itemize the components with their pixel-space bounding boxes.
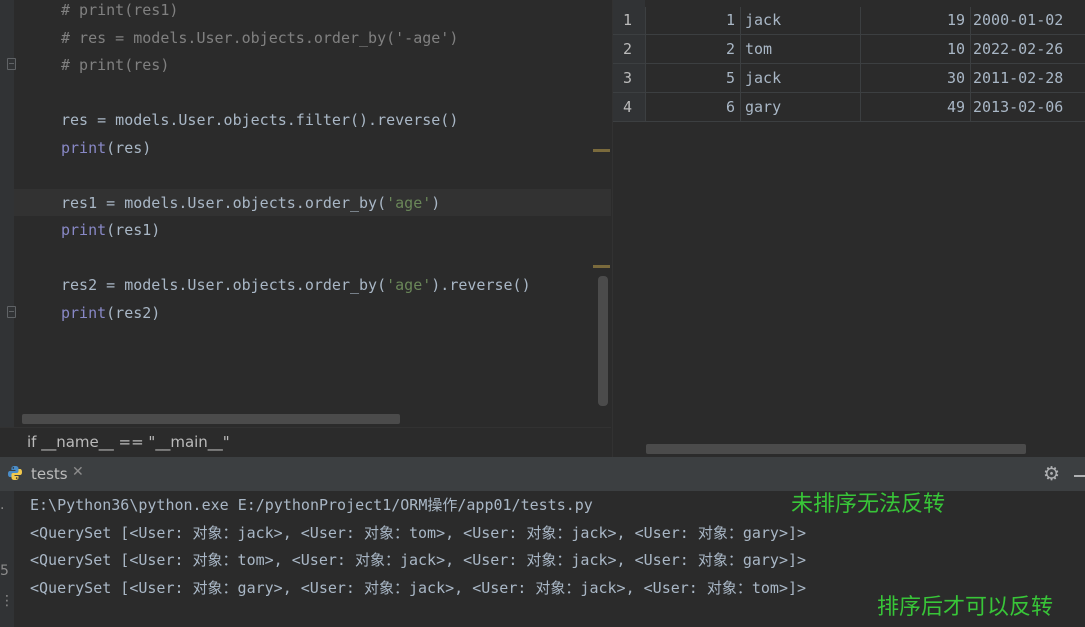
code-token: print: [61, 139, 107, 157]
code-line[interactable]: print(res): [61, 135, 151, 162]
fold-marker-icon[interactable]: [7, 58, 16, 70]
cell-id[interactable]: 5: [645, 64, 735, 92]
cell-name[interactable]: jack: [745, 6, 855, 34]
table-row[interactable]: 2 2 tom 10 2022-02-26: [613, 35, 1085, 64]
code-line[interactable]: print(res1): [61, 217, 160, 244]
cell-id[interactable]: 6: [645, 93, 735, 121]
query-result-grid[interactable]: 1 1 jack 19 2000-01-02 2 2 tom 10 2022-0…: [612, 0, 1085, 457]
code-token: res = models.User.objects.filter().rever…: [61, 111, 459, 129]
table-row[interactable]: 3 5 jack 30 2011-02-28: [613, 64, 1085, 93]
code-token: 'age': [386, 276, 432, 294]
code-line[interactable]: res1 = models.User.objects.order_by('age…: [61, 190, 440, 217]
cell-id[interactable]: 1: [645, 6, 735, 34]
column-divider[interactable]: [860, 7, 861, 121]
code-line[interactable]: # print(res1): [61, 0, 178, 24]
code-token: ): [431, 194, 441, 212]
console-output[interactable]: · 5 ⋮ E:\Python36\python.exe E:/pythonPr…: [0, 491, 1085, 627]
console-gutter: · 5 ⋮: [0, 491, 14, 627]
cell-name[interactable]: tom: [745, 35, 855, 63]
code-token: res2 = models.User.objects.order_by(: [61, 276, 387, 294]
code-token: ).reverse(): [431, 276, 531, 294]
code-line[interactable]: # print(res): [61, 52, 169, 79]
code-token: (res): [106, 139, 152, 157]
gutter-marker: 5: [0, 563, 9, 579]
gutter-marker: ·: [0, 501, 5, 517]
code-line[interactable]: res = models.User.objects.filter().rever…: [61, 107, 458, 134]
table-row[interactable]: 4 6 gary 49 2013-02-06: [613, 93, 1085, 122]
cell-date[interactable]: 2013-02-06: [973, 93, 1085, 121]
editor-horizontal-scrollbar[interactable]: [22, 414, 400, 424]
gutter-marker: ⋮: [0, 593, 14, 609]
code-line[interactable]: print(res2): [61, 300, 160, 327]
cell-age[interactable]: 49: [863, 93, 965, 121]
annotation-sorted: 排序后才可以反转: [877, 595, 1054, 620]
cell-date[interactable]: 2022-02-26: [973, 35, 1085, 63]
breadcrumb[interactable]: if __name__ == "__main__": [27, 433, 230, 451]
code-token: # print(res): [61, 56, 170, 74]
run-tab-label[interactable]: tests: [31, 465, 68, 483]
cell-date[interactable]: 2000-01-02: [973, 6, 1085, 34]
row-number: 1: [623, 11, 633, 29]
code-token: (res2): [106, 304, 161, 322]
code-editor[interactable]: # print(res1) # res = models.User.object…: [0, 0, 611, 427]
code-token: # print(res1): [61, 1, 179, 19]
grid-horizontal-scrollbar[interactable]: [646, 444, 1026, 454]
code-line[interactable]: # res = models.User.objects.order_by('-a…: [61, 25, 458, 52]
cell-name[interactable]: gary: [745, 93, 855, 121]
warning-marker[interactable]: [593, 149, 610, 152]
editor-gutter: [0, 0, 16, 427]
console-output-line: <QuerySet [<User: 对象：jack>, <User: 对象：to…: [30, 524, 807, 542]
code-token: 'age': [386, 194, 432, 212]
breadcrumb-bar: if __name__ == "__main__": [0, 427, 611, 457]
code-token: print: [61, 304, 107, 322]
python-icon: [8, 466, 22, 480]
cell-age[interactable]: 10: [863, 35, 965, 63]
minimize-icon[interactable]: [1074, 475, 1085, 477]
cell-id[interactable]: 2: [645, 35, 735, 63]
gear-icon[interactable]: ⚙: [1043, 463, 1060, 485]
row-number: 2: [623, 40, 633, 58]
code-token: (res1): [106, 221, 161, 239]
cell-date[interactable]: 2011-02-28: [973, 64, 1085, 92]
console-command-line: E:\Python36\python.exe E:/pythonProject1…: [30, 496, 593, 514]
fold-marker-icon[interactable]: [7, 306, 16, 318]
column-divider[interactable]: [645, 7, 646, 121]
code-token: res1 = models.User.objects.order_by(: [61, 194, 387, 212]
cell-age[interactable]: 19: [863, 6, 965, 34]
code-line[interactable]: res2 = models.User.objects.order_by('age…: [61, 272, 531, 299]
cell-name[interactable]: jack: [745, 64, 855, 92]
warning-marker[interactable]: [593, 265, 610, 268]
table-row[interactable]: 1 1 jack 19 2000-01-02: [613, 6, 1085, 35]
code-token: print: [61, 221, 107, 239]
editor-vertical-scrollbar[interactable]: [598, 276, 608, 406]
annotation-unsorted: 未排序无法反转: [791, 492, 946, 517]
row-number: 3: [623, 69, 633, 87]
code-token: # res = models.User.objects.order_by('-a…: [61, 29, 459, 47]
console-output-line: <QuerySet [<User: 对象：tom>, <User: 对象：jac…: [30, 551, 807, 569]
cell-age[interactable]: 30: [863, 64, 965, 92]
column-divider[interactable]: [740, 7, 741, 121]
console-output-line: <QuerySet [<User: 对象：gary>, <User: 对象：ja…: [30, 579, 807, 597]
row-number: 4: [623, 98, 633, 116]
close-icon[interactable]: ✕: [72, 464, 84, 480]
column-divider[interactable]: [970, 7, 971, 121]
